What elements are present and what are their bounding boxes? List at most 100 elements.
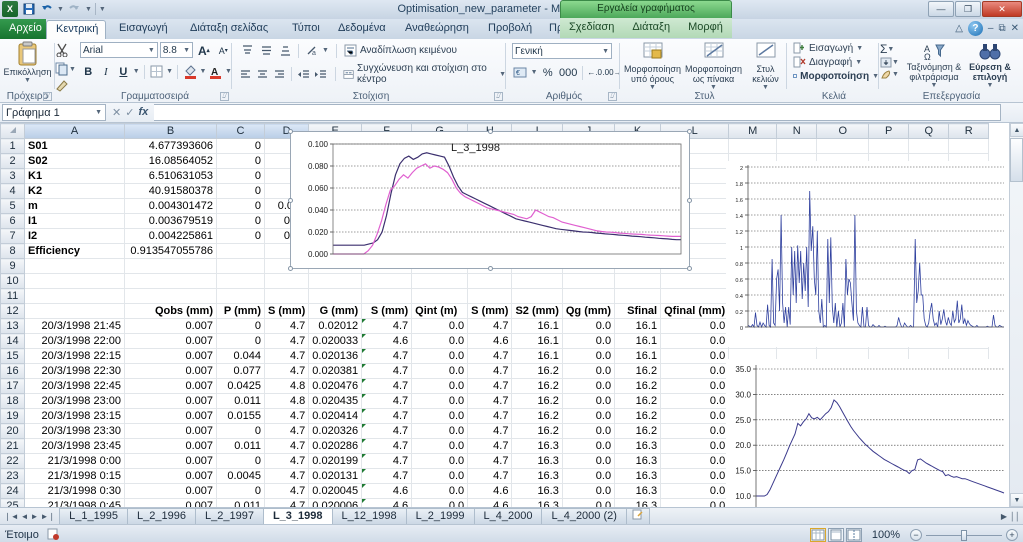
cell-r19-c6[interactable]: 0.0: [411, 408, 469, 424]
chart-handle-se[interactable]: [687, 266, 692, 271]
formula-input[interactable]: [154, 104, 1001, 121]
cell-r18-c4[interactable]: 0.020435: [308, 393, 363, 409]
cell-r15-c2[interactable]: 0.044: [216, 348, 265, 364]
cell-styles-dropdown-icon[interactable]: ▼: [762, 84, 769, 91]
tab-chart-design[interactable]: Σχεδίαση: [560, 18, 623, 38]
cell-r18-c3[interactable]: 4.8: [264, 393, 310, 409]
cell-r19-c7[interactable]: 4.7: [467, 408, 513, 424]
cell-r14-c0[interactable]: 20/3/1998 22:00: [24, 333, 125, 349]
cell-r24-c8[interactable]: 16.3: [511, 483, 563, 499]
cell-r13-c6[interactable]: 0.0: [411, 318, 469, 334]
row-header-16[interactable]: 16: [0, 363, 25, 379]
cell-r11-c6[interactable]: [411, 288, 469, 304]
cell-r19-c11[interactable]: 0.0: [660, 408, 730, 424]
cell-r1-c2[interactable]: 0: [216, 138, 265, 154]
clear-dropdown-icon[interactable]: ▼: [892, 71, 899, 78]
new-sheet-button[interactable]: [625, 508, 650, 524]
minimize-button[interactable]: —: [928, 1, 954, 17]
row-header-9[interactable]: 9: [0, 258, 25, 274]
cell-r24-c7[interactable]: 4.6: [467, 483, 513, 499]
cell-r25-c6[interactable]: 0.0: [411, 498, 469, 507]
cell-r13-c10[interactable]: 16.1: [614, 318, 662, 334]
cell-r16-c8[interactable]: 16.2: [511, 363, 563, 379]
cell-r24-c4[interactable]: 0.020045: [308, 483, 363, 499]
cell-r11-c9[interactable]: [562, 288, 616, 304]
cell-r10-c8[interactable]: [511, 273, 563, 289]
scroll-right-button[interactable]: ▶: [1001, 512, 1007, 521]
conditional-formatting-dropdown-icon[interactable]: ▼: [649, 84, 656, 91]
sheet-tab-L_2_1996[interactable]: L_2_1996: [127, 508, 196, 524]
workbook-minimize-icon[interactable]: –: [988, 23, 994, 34]
cell-r10-c7[interactable]: [467, 273, 513, 289]
align-left-button[interactable]: [238, 66, 254, 83]
row-header-19[interactable]: 19: [0, 408, 25, 424]
row-header-22[interactable]: 22: [0, 453, 25, 469]
autosum-dropdown-icon[interactable]: ▼: [887, 46, 894, 53]
number-format-dropdown-icon[interactable]: ▼: [602, 48, 609, 55]
workbook-close-icon[interactable]: ✕: [1011, 23, 1019, 34]
chart-storage-curve[interactable]: 10.0 15.0 20.0 25.0 30.0 35.0: [726, 359, 1008, 507]
col-header-M[interactable]: M: [728, 123, 778, 139]
cell-r2-c2[interactable]: 0: [216, 153, 265, 169]
cell-r21-c9[interactable]: 0.0: [562, 438, 616, 454]
align-center-button[interactable]: [255, 66, 271, 83]
col-header-N[interactable]: N: [776, 123, 818, 139]
find-select-dropdown-icon[interactable]: ▼: [987, 82, 994, 89]
cell-r23-c0[interactable]: 21/3/1998 0:15: [24, 468, 125, 484]
row-header-4[interactable]: 4: [0, 183, 25, 199]
cell-r25-c11[interactable]: 0.0: [660, 498, 730, 507]
row-header-12[interactable]: 12: [0, 303, 25, 319]
shrink-font-button[interactable]: A ▾: [215, 42, 232, 59]
row-header-15[interactable]: 15: [0, 348, 25, 364]
cell-r6-c0[interactable]: I1: [24, 213, 125, 229]
cell-r13-c2[interactable]: 0: [216, 318, 265, 334]
cell-r17-c9[interactable]: 0.0: [562, 378, 616, 394]
cell-r17-c2[interactable]: 0.0425: [216, 378, 265, 394]
format-cells-button[interactable]: Μορφοποίηση ▼: [793, 70, 879, 82]
cell-r1-c15[interactable]: [868, 138, 910, 154]
cell-r15-c4[interactable]: 0.020136: [308, 348, 363, 364]
cell-r24-c5[interactable]: 4.6: [361, 483, 413, 499]
alignment-dialog-launcher[interactable]: ⌰: [494, 92, 503, 101]
cell-r14-c5[interactable]: 4.6: [361, 333, 413, 349]
insert-function-icon[interactable]: fx: [138, 106, 148, 119]
cell-r12-c11[interactable]: Qfinal (mm): [660, 303, 730, 319]
cell-r2-c1[interactable]: 16.08564052: [124, 153, 217, 169]
cell-r25-c3[interactable]: 4.7: [264, 498, 310, 507]
cell-r25-c10[interactable]: 16.3: [614, 498, 662, 507]
align-right-button[interactable]: [271, 66, 287, 83]
tab-data[interactable]: Δεδομένα: [329, 20, 395, 39]
font-family-dropdown-icon[interactable]: ▼: [148, 47, 155, 54]
format-as-table-button[interactable]: Μορφοποίηση ως πίνακα ▼: [685, 42, 743, 91]
sheet-tab-L_4_2000[interactable]: L_4_2000: [473, 508, 543, 524]
name-box[interactable]: Γράφημα 1 ▼: [2, 104, 106, 121]
cell-r11-c5[interactable]: [361, 288, 413, 304]
cell-r13-c5[interactable]: 4.7: [361, 318, 413, 334]
font-dialog-launcher[interactable]: ⌰: [220, 92, 229, 101]
cell-r24-c9[interactable]: 0.0: [562, 483, 616, 499]
cell-r12-c0[interactable]: [24, 303, 125, 319]
cell-r11-c0[interactable]: [24, 288, 125, 304]
cell-r21-c0[interactable]: 20/3/1998 23:45: [24, 438, 125, 454]
col-header-C[interactable]: C: [216, 123, 265, 139]
borders-dropdown-icon[interactable]: ▼: [166, 68, 173, 75]
italic-button[interactable]: I: [98, 63, 115, 80]
cell-r23-c5[interactable]: 4.7: [361, 468, 413, 484]
ribbon-help-controls[interactable]: △ ? – ⧉ ✕: [955, 21, 1019, 36]
cell-r14-c1[interactable]: 0.007: [124, 333, 217, 349]
cell-r25-c8[interactable]: 16.3: [511, 498, 563, 507]
paste-dropdown-icon[interactable]: ▼: [24, 77, 31, 84]
cell-r4-c1[interactable]: 40.91580378: [124, 183, 217, 199]
cell-styles-button[interactable]: Στυλ κελιών ▼: [746, 42, 786, 91]
page-break-view-button[interactable]: [845, 528, 862, 542]
scroll-thumb[interactable]: [1010, 138, 1023, 182]
cell-r21-c2[interactable]: 0.011: [216, 438, 265, 454]
cell-r15-c7[interactable]: 4.7: [467, 348, 513, 364]
cell-r10-c5[interactable]: [361, 273, 413, 289]
restore-button[interactable]: ❐: [955, 1, 981, 17]
fill-button[interactable]: ▼: [880, 57, 906, 68]
cell-r12-c9[interactable]: Qg (mm): [562, 303, 616, 319]
cell-r11-c7[interactable]: [467, 288, 513, 304]
decrease-decimal-button[interactable]: .00→: [602, 64, 621, 81]
cell-r16-c0[interactable]: 20/3/1998 22:30: [24, 363, 125, 379]
